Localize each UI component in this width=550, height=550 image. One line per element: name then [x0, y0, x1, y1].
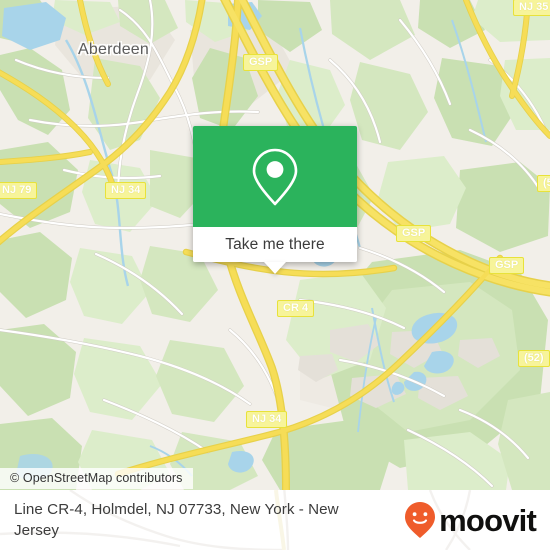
take-me-there-card[interactable]: Take me there: [193, 126, 357, 274]
road-shield-nj35[interactable]: NJ 35: [513, 0, 550, 16]
road-shield-gsp-north[interactable]: GSP: [243, 54, 279, 71]
road-shield-nj34-west[interactable]: NJ 34: [105, 182, 147, 199]
road-shield-nj79[interactable]: NJ 79: [0, 182, 38, 199]
take-me-there-label: Take me there: [225, 235, 325, 253]
moovit-smiley-pin-icon: [405, 502, 436, 538]
city-label-aberdeen: Aberdeen: [78, 41, 149, 58]
road-shield-gsp-east[interactable]: GSP: [489, 257, 525, 274]
map-pin-icon: [252, 148, 298, 205]
card-header: [193, 126, 357, 227]
map-canvas[interactable]: .forest{fill:#c9e0b2;} .forest2{fill:#d4…: [0, 0, 550, 490]
road-shield-52[interactable]: (52): [518, 350, 550, 367]
place-address: Line CR-4, Holmdel, NJ 07733, New York -…: [14, 501, 339, 539]
road-shield-cr4[interactable]: CR 4: [277, 300, 315, 317]
card-action[interactable]: Take me there: [193, 227, 357, 262]
map-screenshot: .forest{fill:#c9e0b2;} .forest2{fill:#d4…: [0, 0, 550, 550]
moovit-logo[interactable]: moovit: [403, 501, 537, 539]
card-pointer-tail: [264, 262, 286, 274]
moovit-wordmark: moovit: [439, 502, 537, 538]
osm-attribution[interactable]: © OpenStreetMap contributors: [0, 468, 193, 489]
footer-bar: Line CR-4, Holmdel, NJ 07733, New York -…: [0, 490, 550, 550]
road-shield-gsp-mid[interactable]: GSP: [396, 225, 432, 242]
road-shield-partial-east[interactable]: (5: [537, 175, 550, 192]
road-shield-nj34-south[interactable]: NJ 34: [246, 411, 288, 428]
